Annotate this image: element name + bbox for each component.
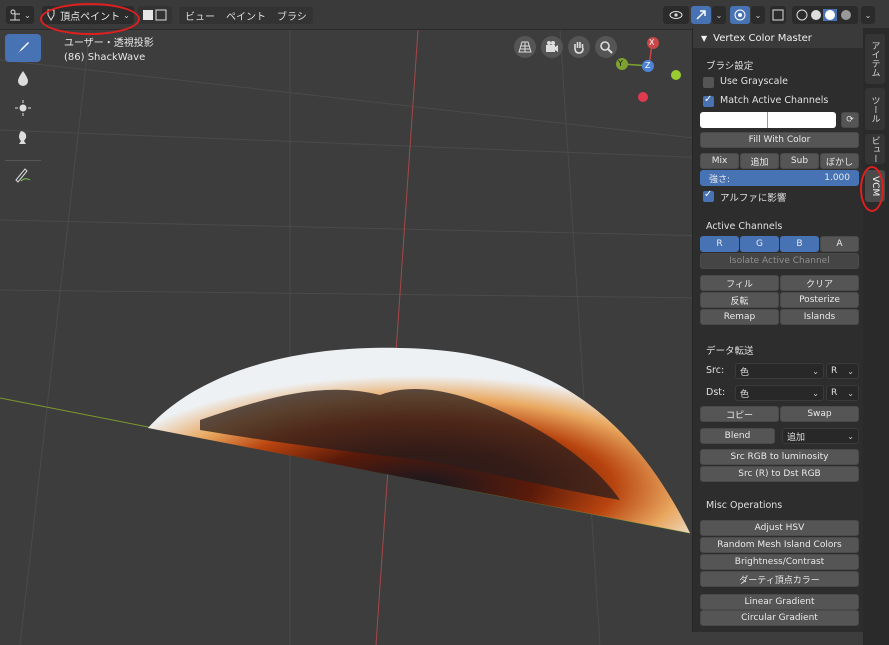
swap-colors-icon[interactable]: ⟳ xyxy=(841,112,859,128)
shading-modes[interactable] xyxy=(792,6,858,24)
blend-mix-button[interactable]: Mix xyxy=(700,153,739,169)
shading-dropdown-icon[interactable]: ⌄ xyxy=(861,6,875,24)
active-channels-title: Active Channels xyxy=(706,221,783,232)
channel-r-toggle[interactable]: R xyxy=(700,236,739,252)
dst-label: Dst: xyxy=(706,387,726,398)
blur-drop-icon[interactable] xyxy=(5,64,41,92)
src-r-dst-rgb-button[interactable]: Src (R) to Dst RGB xyxy=(700,466,859,482)
menu-view[interactable]: ビュー xyxy=(179,7,221,24)
view-label: ユーザー・透視投影 xyxy=(64,38,154,49)
blend-blur-button[interactable]: ぼかし xyxy=(820,153,859,169)
src-layer-select[interactable]: 色 ⌄ xyxy=(735,363,824,379)
strength-slider[interactable]: 強さ: 1.000 xyxy=(700,170,859,186)
annotation-circle-vcm-tab xyxy=(860,166,884,212)
gizmo-x-label: X xyxy=(649,38,655,47)
src-value: 色 xyxy=(740,367,750,378)
src-rgb-luminosity-button[interactable]: Src RGB to luminosity xyxy=(700,449,859,465)
dirty-vertex-colors-button[interactable]: ダーティ頂点カラー xyxy=(700,571,859,587)
gizmo-dropdown-icon[interactable]: ⌄ xyxy=(712,6,726,24)
annotate-icon[interactable] xyxy=(5,160,41,188)
zoom-icon[interactable] xyxy=(595,36,617,58)
color-swatch[interactable] xyxy=(700,112,836,128)
tab-item-label: アイテム xyxy=(869,41,880,77)
editor-type-button[interactable]: ⌄ xyxy=(6,6,34,24)
misc-title: Misc Operations xyxy=(706,500,783,511)
average-icon[interactable] xyxy=(5,94,41,122)
draw-brush-icon[interactable] xyxy=(5,34,41,62)
overlays-toggle-icon[interactable] xyxy=(730,6,750,24)
dst-layer-select[interactable]: 色 ⌄ xyxy=(735,385,824,401)
random-mesh-island-button[interactable]: Random Mesh Island Colors xyxy=(700,537,859,553)
brush-section-title: ブラシ設定 xyxy=(706,61,754,72)
blend-button[interactable]: Blend xyxy=(700,428,775,444)
brightness-contrast-button[interactable]: Brightness/Contrast xyxy=(700,554,859,570)
match-active-label: Match Active Channels xyxy=(720,95,829,106)
blend-add-button[interactable]: 追加 xyxy=(740,153,779,169)
use-grayscale-checkbox[interactable] xyxy=(703,77,714,88)
xray-toggle-icon[interactable] xyxy=(770,6,786,24)
adjust-hsv-button[interactable]: Adjust HSV xyxy=(700,520,859,536)
editor-type-icon xyxy=(10,9,21,21)
use-grayscale-label: Use Grayscale xyxy=(720,76,788,87)
islands-button[interactable]: Islands xyxy=(780,309,859,325)
vertex-color-master-panel: ▼ Vertex Color Master ブラシ設定 Use Grayscal… xyxy=(692,28,864,632)
isolate-channel-button[interactable]: Isolate Active Channel xyxy=(700,253,859,269)
dst-channel-select[interactable]: R ⌄ xyxy=(826,385,859,401)
menu-brush[interactable]: ブラシ xyxy=(271,7,313,24)
tab-tool[interactable]: ツール xyxy=(865,88,885,130)
channel-g-toggle[interactable]: G xyxy=(740,236,779,252)
linear-gradient-button[interactable]: Linear Gradient xyxy=(700,594,859,610)
menu-paint[interactable]: ペイント xyxy=(220,7,272,24)
alpha-affect-checkbox[interactable] xyxy=(703,189,714,202)
toggle-ortho-icon[interactable] xyxy=(514,36,536,58)
src-label: Src: xyxy=(706,365,725,376)
tab-item[interactable]: アイテム xyxy=(865,34,885,84)
strength-label: 強さ: xyxy=(709,174,731,185)
overlay-toggle[interactable] xyxy=(138,6,172,24)
pan-hand-icon[interactable] xyxy=(568,36,590,58)
src-channel-select[interactable]: R ⌄ xyxy=(826,363,859,379)
dst-value: 色 xyxy=(740,389,750,400)
channel-a-toggle[interactable]: A xyxy=(820,236,859,252)
tab-view[interactable]: ビュー xyxy=(865,134,885,164)
blend-mode-value: 追加 xyxy=(787,432,806,443)
panel-title: Vertex Color Master xyxy=(713,32,812,44)
blend-mode-select[interactable]: 追加 ⌄ xyxy=(782,428,859,444)
tab-tool-label: ツール xyxy=(869,95,880,123)
dst-channel-value: R xyxy=(831,388,838,398)
overlays-dropdown-icon[interactable]: ⌄ xyxy=(751,6,765,24)
tab-view-label: ビュー xyxy=(869,135,880,163)
src-channel-value: R xyxy=(831,366,838,376)
annotation-circle-mode xyxy=(40,3,140,35)
sidebar-tabs: アイテム ツール ビュー VCM xyxy=(863,28,889,645)
match-active-checkbox[interactable] xyxy=(703,94,714,107)
gizmo-z-label: Z xyxy=(645,61,651,70)
blend-sub-button[interactable]: Sub xyxy=(780,153,819,169)
clear-button[interactable]: クリア xyxy=(780,275,859,291)
camera-icon[interactable] xyxy=(541,36,563,58)
visibility-eye-icon[interactable] xyxy=(663,6,689,24)
channel-b-toggle[interactable]: B xyxy=(780,236,819,252)
remap-button[interactable]: Remap xyxy=(700,309,779,325)
data-transfer-title: データ転送 xyxy=(706,346,754,357)
alpha-affect-label: アルファに影響 xyxy=(720,193,787,204)
fill-button[interactable]: フィル xyxy=(700,275,779,291)
collapse-arrow-icon: ▼ xyxy=(701,33,708,43)
object-label: (86) ShackWave xyxy=(64,52,146,63)
copy-button[interactable]: コピー xyxy=(700,406,779,422)
gizmo-toggle-icon[interactable] xyxy=(691,6,711,24)
fill-with-color-button[interactable]: Fill With Color xyxy=(700,132,859,148)
smear-icon[interactable] xyxy=(5,124,41,152)
strength-value: 1.000 xyxy=(824,173,850,183)
swap-button[interactable]: Swap xyxy=(780,406,859,422)
posterize-button[interactable]: Posterize xyxy=(780,292,859,308)
gizmo-y-label: Y xyxy=(618,59,623,68)
invert-button[interactable]: 反転 xyxy=(700,292,779,308)
panel-header[interactable]: ▼ Vertex Color Master xyxy=(693,28,864,48)
circular-gradient-button[interactable]: Circular Gradient xyxy=(700,610,859,626)
